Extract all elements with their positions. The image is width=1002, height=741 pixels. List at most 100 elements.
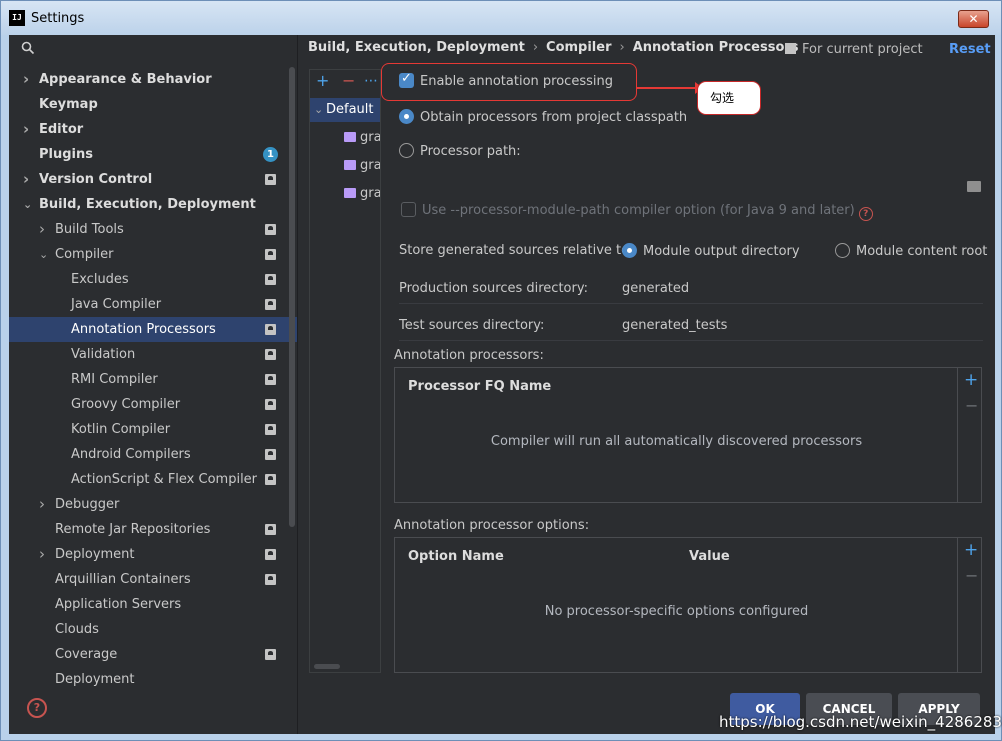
module-path-option-label: Use --processor-module-path compiler opt… [422,203,855,218]
processor-options-table-body[interactable]: Option Name Value No processor-specific … [395,538,958,672]
help-icon[interactable]: ? [858,207,873,221]
sidebar-item[interactable]: Remote Jar Repositories [9,517,297,542]
remove-profile-button[interactable]: − [342,72,355,90]
checkbox-unchecked[interactable] [401,202,416,217]
sidebar-item-label: Arquillian Containers [55,572,191,587]
value-header[interactable]: Value [689,549,730,564]
sidebar-item[interactable]: › Debugger [9,492,297,517]
settings-window: IJ Settings ✕ › Appearance & Behavior Keym… [0,0,1002,741]
chevron-right-icon[interactable]: › [23,167,33,192]
radio-selected[interactable] [622,243,637,258]
sidebar-item-label: Build, Execution, Deployment [39,197,256,212]
settings-client-area: › Appearance & Behavior Keymap › Editor Plugi… [9,35,995,734]
sidebar-item[interactable]: › Build Tools [9,217,297,242]
search-icon[interactable] [21,41,35,59]
folder-icon [344,160,356,170]
close-window-button[interactable]: ✕ [958,10,989,28]
project-scope-icon [265,224,276,235]
annotation-processor-settings: 勾选 Enable annotation processing Obtain p… [381,63,991,703]
chevron-right-icon[interactable]: › [39,542,49,567]
chevron-right-icon[interactable]: › [39,492,49,517]
chevron-down-icon[interactable]: ⌄ [39,242,49,267]
reset-link[interactable]: Reset [949,42,991,57]
profile-item[interactable]: gra [344,184,380,204]
production-dir-input[interactable]: generated [622,281,689,296]
annotation-processors-table-body[interactable]: Processor FQ Name Compiler will run all … [395,368,958,502]
chevron-right-icon[interactable]: › [23,117,33,142]
module-content-root-radio[interactable]: Module content root [835,243,987,259]
sidebar-item[interactable]: Annotation Processors [9,317,297,342]
sidebar-item[interactable]: Excludes [9,267,297,292]
enable-annotation-processing-checkbox[interactable]: Enable annotation processing [399,71,613,89]
sidebar-item-label: RMI Compiler [71,372,158,387]
radio-unselected[interactable] [835,243,850,258]
enable-annotation-processing-label: Enable annotation processing [420,74,613,89]
for-current-project-label: For current project [785,42,923,57]
profile-item-label: gra [360,186,380,201]
module-output-directory-radio[interactable]: Module output directory [622,243,800,259]
sidebar-item[interactable]: Arquillian Containers [9,567,297,592]
chevron-right-icon[interactable]: › [23,67,33,92]
radio-unselected[interactable] [399,143,414,158]
breadcrumb-separator: › [532,40,539,55]
processor-path-field[interactable] [399,173,983,201]
sidebar-item-label: Compiler [55,247,114,262]
sidebar-item[interactable]: Coverage [9,642,297,667]
sidebar-item[interactable]: RMI Compiler [9,367,297,392]
obtain-from-classpath-radio[interactable]: Obtain processors from project classpath [399,109,687,125]
sidebar-item[interactable]: Java Compiler [9,292,297,317]
sidebar-item[interactable]: Validation [9,342,297,367]
remove-option-button[interactable]: − [965,568,978,584]
profiles-panel: + − ⋯ ⌄ Default gra gra gra [309,69,381,673]
sidebar-item[interactable]: Groovy Compiler [9,392,297,417]
sidebar-item[interactable]: ⌄ Compiler [9,242,297,267]
folder-icon [344,188,356,198]
project-scope-icon [265,349,276,360]
sidebar-item[interactable]: ⌄ Build, Execution, Deployment [9,192,297,217]
test-dir-input[interactable]: generated_tests [622,318,727,333]
project-scope-icon [265,174,276,185]
profile-item-label: gra [360,158,380,173]
sidebar-item[interactable]: Android Compilers [9,442,297,467]
remove-processor-button[interactable]: − [965,398,978,414]
sidebar-item[interactable]: › Appearance & Behavior [9,67,297,92]
profile-item[interactable]: gra [344,128,380,148]
sidebar-item[interactable]: Clouds [9,617,297,642]
sidebar-item[interactable]: › Version Control [9,167,297,192]
project-scope-icon [265,549,276,560]
browse-folder-icon[interactable] [967,181,981,192]
add-option-button[interactable]: + [964,542,978,559]
processor-options-section-label: Annotation processor options: [394,518,590,533]
radio-selected[interactable] [399,109,414,124]
chevron-right-icon[interactable]: › [39,217,49,242]
module-path-option-checkbox[interactable]: Use --processor-module-path compiler opt… [401,202,873,221]
sidebar-item-label: Version Control [39,172,153,187]
profile-default[interactable]: ⌄ Default [310,98,380,122]
sidebar-scrollbar[interactable] [289,67,295,527]
add-profile-button[interactable]: + [316,72,329,90]
sidebar-item-label: Debugger [55,497,120,512]
sidebar-item[interactable]: Application Servers [9,592,297,617]
divider [399,303,983,304]
chevron-down-icon[interactable]: ⌄ [23,192,33,217]
sidebar-item-label: Deployment [55,672,135,687]
sidebar-item[interactable]: › Deployment [9,542,297,567]
profiles-scrollbar[interactable] [314,664,340,669]
profile-item[interactable]: gra [344,156,380,176]
processor-path-radio[interactable]: Processor path: [399,143,521,159]
option-name-header[interactable]: Option Name [408,549,504,564]
sidebar-item[interactable]: Keymap [9,92,297,117]
sidebar-item[interactable]: Plugins 1 [9,142,297,167]
sidebar-item-label: Clouds [55,622,99,637]
checkbox-checked[interactable] [399,71,414,88]
more-actions-button[interactable]: ⋯ [364,72,378,90]
add-processor-button[interactable]: + [964,372,978,389]
sidebar-item[interactable]: › Editor [9,117,297,142]
processor-fq-name-header[interactable]: Processor FQ Name [408,379,551,394]
sidebar-item[interactable]: Kotlin Compiler [9,417,297,442]
project-scope-icon [265,249,276,260]
sidebar-item[interactable]: ActionScript & Flex Compiler [9,467,297,492]
sidebar-item[interactable]: Deployment [9,667,297,692]
breadcrumb-item: Build, Execution, Deployment [308,40,525,55]
help-button[interactable]: ? [27,698,47,718]
